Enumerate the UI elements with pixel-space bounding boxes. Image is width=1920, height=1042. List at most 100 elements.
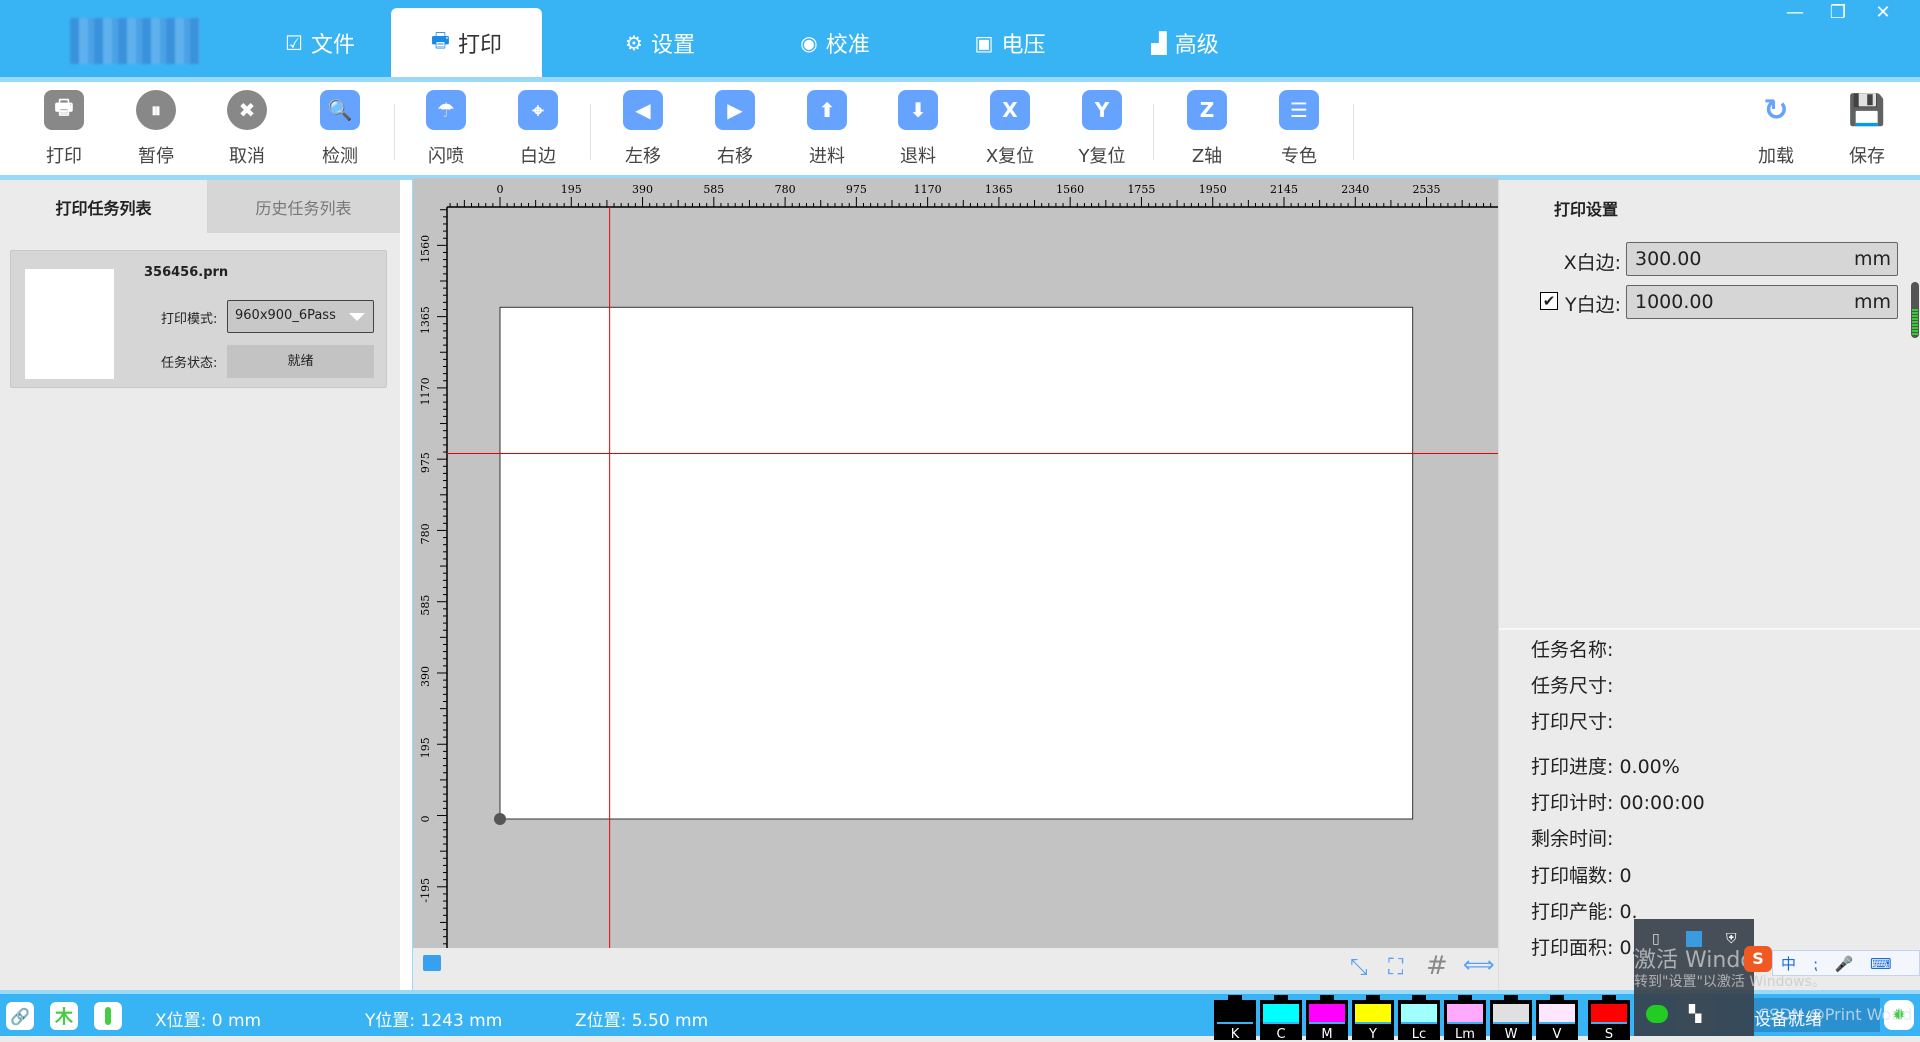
move-right-icon: ▶ bbox=[713, 88, 757, 132]
toolbar-button-2[interactable]: ✖ 取消 bbox=[207, 88, 287, 172]
stat-item: 打印幅数: 0 bbox=[1531, 864, 1632, 887]
x-tick-label: 1950 bbox=[1199, 183, 1227, 196]
ink-cartridge-M: M bbox=[1306, 995, 1348, 1042]
origin-handle[interactable] bbox=[494, 813, 506, 825]
save-icon: 💾 bbox=[1848, 92, 1886, 128]
x-tick-label: 1755 bbox=[1127, 183, 1155, 196]
toolbar-button-13[interactable]: ☰ 专色 bbox=[1259, 88, 1339, 172]
cancel-icon: ✖ bbox=[225, 88, 269, 132]
x-tick-label: 195 bbox=[561, 183, 582, 196]
tab-label: 电压 bbox=[1001, 32, 1046, 58]
ink-cartridge-S: S bbox=[1588, 995, 1630, 1042]
print-canvas[interactable]: 0 195 390 585 780 975 1170 1365 1560 1755 1950 2145… bbox=[413, 178, 1498, 948]
tab-1[interactable]: 🖶 打印 bbox=[391, 8, 542, 77]
y-margin-value: 1000.00 bbox=[1635, 291, 1714, 313]
restore-button[interactable]: ❐ bbox=[1823, 2, 1853, 23]
toolbar-separator bbox=[590, 104, 591, 160]
tab-4[interactable]: ▣ 电压 bbox=[940, 8, 1080, 77]
job-status-badge: 就绪 bbox=[227, 345, 374, 378]
toolbar-button-3[interactable]: 🔍 检测 bbox=[300, 88, 380, 172]
scrollbar[interactable] bbox=[400, 180, 413, 990]
toolbar-button-1[interactable]: ⏸ 暂停 bbox=[116, 88, 196, 172]
settings-title: 打印设置 bbox=[1554, 200, 1619, 219]
toolbar-button-9[interactable]: ⬇ 退料 bbox=[878, 88, 958, 172]
y-tick-label: 585 bbox=[419, 595, 432, 616]
tab-label: 打印 bbox=[457, 32, 502, 58]
y-margin-input[interactable]: 1000.00 mm bbox=[1626, 285, 1898, 319]
toolbar-separator bbox=[1353, 104, 1354, 160]
toolbar-button-0[interactable]: 🖶 打印 bbox=[24, 88, 104, 172]
job-thumbnail bbox=[25, 269, 114, 379]
toolbar-label: 保存 bbox=[1849, 146, 1885, 167]
tab-5[interactable]: ▟ 高级 bbox=[1115, 8, 1255, 77]
x-position: X位置: 0 mm bbox=[155, 1011, 262, 1031]
close-button[interactable]: ✕ bbox=[1868, 2, 1898, 23]
thermometer-icon[interactable] bbox=[94, 1002, 122, 1030]
toolbar-button-11[interactable]: Y Y复位 bbox=[1062, 88, 1142, 172]
image-icon[interactable] bbox=[423, 955, 441, 971]
info-label: 任务尺寸: bbox=[1531, 675, 1614, 697]
toolbar-button-4[interactable]: ☂ 闪喷 bbox=[406, 88, 486, 172]
toolbar-label: 加载 bbox=[1758, 146, 1794, 167]
toolbar-label: Z轴 bbox=[1191, 146, 1223, 167]
z-position: Z位置: 5.50 mm bbox=[575, 1011, 709, 1031]
split-icon[interactable]: ⟺ bbox=[1463, 953, 1495, 978]
y-tick-label: 195 bbox=[419, 737, 432, 758]
toolbar-button-14[interactable]: ↻ 加载 bbox=[1736, 88, 1816, 172]
x-tick-label: 1365 bbox=[985, 183, 1013, 196]
y-tick-label: 975 bbox=[419, 452, 432, 473]
stat-item: 剩余时间: bbox=[1531, 828, 1614, 851]
y-margin-label: Y白边: bbox=[1564, 294, 1621, 316]
link-icon[interactable]: 🔗 bbox=[6, 1002, 34, 1030]
nozzle-icon[interactable]: 木 bbox=[50, 1002, 78, 1030]
job-card[interactable]: 356456.prn 打印模式: 960x900_6Pass 任务状态: 就绪 bbox=[10, 250, 387, 388]
toolbar-label: 打印 bbox=[46, 146, 82, 167]
toolbar: 🖶 打印 ⏸ 暂停 ✖ 取消 🔍 检测 ☂ 闪喷 ⌖ 白边 ◀ 左移 ▶ 右移 ⬆ 进料 ⬇ 退料 X X复位 Y Y复位 Z Z… bbox=[0, 82, 1920, 175]
app-logo bbox=[70, 18, 200, 64]
stat-item: 打印面积: 0. bbox=[1531, 937, 1638, 959]
stat-item: 打印计时: 00:00:00 bbox=[1531, 792, 1705, 815]
unit: mm bbox=[1853, 291, 1891, 313]
y-tick-label: -195 bbox=[419, 878, 432, 903]
print-image-area bbox=[499, 306, 1414, 820]
toolbar-label: 左移 bbox=[625, 146, 661, 167]
chevron-down-icon bbox=[349, 313, 365, 321]
y-tick-label: 0 bbox=[419, 816, 432, 823]
tab-0[interactable]: ☑ 文件 bbox=[250, 8, 390, 77]
toolbar-button-15[interactable]: 💾 保存 bbox=[1827, 88, 1907, 172]
toolbar-label: 检测 bbox=[322, 146, 358, 167]
toolbar-button-6[interactable]: ◀ 左移 bbox=[603, 88, 683, 172]
tab-history-tasks[interactable]: 历史任务列表 bbox=[207, 180, 400, 233]
sogou-icon[interactable]: S bbox=[1744, 946, 1772, 972]
grid-icon[interactable]: # bbox=[1426, 951, 1448, 981]
ime-toolbar[interactable]: 中 ⁏ 🎤 ⌨ bbox=[1772, 950, 1920, 976]
toolbar-button-5[interactable]: ⌖ 白边 bbox=[498, 88, 578, 172]
ink-cartridge-Lc: Lc bbox=[1398, 995, 1440, 1042]
x-margin-input[interactable]: 300.00 mm bbox=[1626, 242, 1898, 276]
tab-print-tasks[interactable]: 打印任务列表 bbox=[0, 180, 207, 233]
ink-cartridge-Y: Y bbox=[1352, 995, 1394, 1042]
tab-2[interactable]: ⚙ 设置 bbox=[590, 8, 730, 77]
toolbar-button-8[interactable]: ⬆ 进料 bbox=[787, 88, 867, 172]
title-bar: ☑ 文件 🖶 打印 ⚙ 设置 ◉ 校准 ▣ 电压 ▟ 高级 — ❐ ✕ bbox=[0, 0, 1920, 77]
clipboard-check-icon: ☑ bbox=[285, 30, 303, 55]
fit-view-icon[interactable]: ⤡ bbox=[1350, 955, 1368, 980]
tab-3[interactable]: ◉ 校准 bbox=[765, 8, 905, 77]
toolbar-label: 白边 bbox=[520, 146, 556, 167]
app-tray-icon[interactable]: ▚ bbox=[1676, 995, 1714, 1033]
toolbar-button-12[interactable]: Z Z轴 bbox=[1167, 88, 1247, 172]
minimize-button[interactable]: — bbox=[1780, 2, 1810, 23]
toolbar-button-10[interactable]: X X复位 bbox=[970, 88, 1050, 172]
toolbar-label: 专色 bbox=[1281, 146, 1317, 167]
battery-icon: ▣ bbox=[974, 30, 994, 55]
document-icon: ☰ bbox=[1277, 88, 1321, 132]
x-tick-label: 975 bbox=[846, 183, 867, 196]
toolbar-button-7[interactable]: ▶ 右移 bbox=[695, 88, 775, 172]
wechat-icon[interactable] bbox=[1646, 1005, 1668, 1023]
home-y-icon: Y bbox=[1080, 88, 1124, 132]
y-position: Y位置: 1243 mm bbox=[365, 1011, 503, 1031]
print-mode-select[interactable]: 960x900_6Pass bbox=[227, 300, 374, 333]
ink-cartridge-W: W bbox=[1490, 995, 1532, 1042]
fullscreen-icon[interactable]: ⛶ bbox=[1388, 955, 1403, 980]
stat-item: 打印产能: 0. bbox=[1531, 900, 1638, 923]
